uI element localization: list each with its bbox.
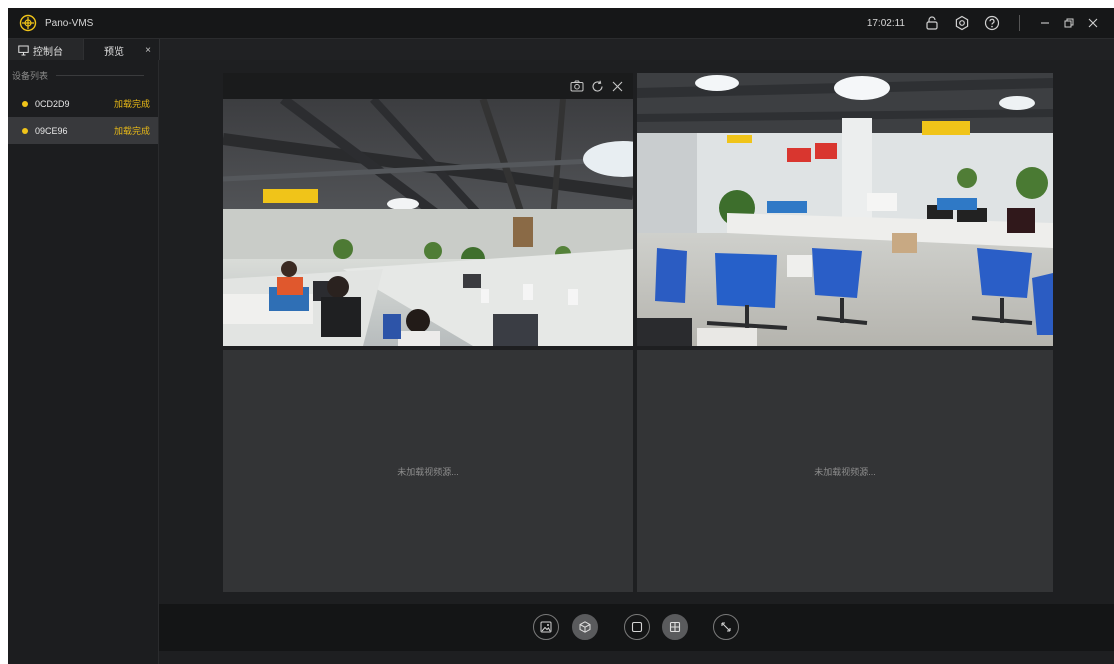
device-list-header: 设备列表 (8, 60, 158, 90)
quad-layout-button[interactable] (662, 614, 688, 640)
tab-close-icon[interactable]: × (145, 45, 151, 56)
view-controls-bar (159, 604, 1114, 651)
header-divider (56, 74, 144, 76)
lock-icon[interactable] (923, 14, 941, 32)
minimize-icon[interactable] (1034, 12, 1056, 34)
empty-source-text: 未加载视频源... (814, 466, 876, 477)
image-icon (540, 621, 552, 633)
title-separator (1019, 15, 1020, 31)
single-layout-button[interactable] (624, 614, 650, 640)
app-title: Pano-VMS (45, 17, 94, 29)
help-icon[interactable] (983, 14, 1001, 32)
device-id: 0CD2D9 (35, 98, 70, 109)
device-status: 加载完成 (113, 126, 150, 136)
tab-bar: 控制台 预览 × (8, 38, 1114, 61)
device-item-0CD2D9[interactable]: 0CD2D9 加载完成 (8, 90, 158, 117)
tab-console-label: 控制台 (33, 46, 63, 58)
device-status: 加载完成 (113, 99, 150, 109)
single-screen-icon (631, 621, 643, 633)
3d-mode-button[interactable] (572, 614, 598, 640)
device-sidebar: 设备列表 0CD2D9 加载完成 09CE96 加载完成 (8, 60, 159, 664)
monitor-icon (18, 45, 29, 56)
settings-icon[interactable] (953, 14, 971, 32)
logo-icon (19, 14, 37, 32)
video-feed-office-1 (223, 99, 633, 346)
cell-toolbar (223, 73, 633, 99)
expand-icon (721, 622, 731, 632)
status-dot (22, 100, 28, 107)
status-dot (22, 127, 28, 134)
status-footer (159, 651, 1114, 664)
device-id: 09CE96 (35, 125, 68, 136)
video-grid: 未加载视频源... 未加载视频源... (223, 73, 1053, 592)
video-viewer: 未加载视频源... 未加载视频源... (159, 60, 1114, 604)
close-icon[interactable] (609, 78, 625, 94)
fullscreen-button[interactable] (713, 614, 739, 640)
tab-console[interactable]: 控制台 (8, 39, 84, 61)
close-icon[interactable] (1082, 12, 1104, 34)
image-mode-button[interactable] (533, 614, 559, 640)
video-cell-4[interactable]: 未加载视频源... (637, 350, 1053, 592)
restore-icon[interactable] (1058, 12, 1080, 34)
video-feed-office-2 (637, 73, 1053, 346)
video-cell-3[interactable]: 未加载视频源... (223, 350, 633, 592)
empty-source-text: 未加载视频源... (397, 466, 459, 477)
tab-preview-label: 预览 (104, 46, 124, 58)
cube-icon (579, 621, 591, 633)
tab-preview[interactable]: 预览 × (84, 39, 160, 61)
refresh-icon[interactable] (589, 78, 605, 94)
grid-icon (669, 621, 681, 633)
app-window: Pano-VMS 17:02:11 控制台 预览 × 设备列表 0CD2D9 加… (8, 8, 1114, 664)
video-cell-2[interactable] (637, 73, 1053, 346)
clock: 17:02:11 (866, 17, 905, 29)
video-cell-1[interactable] (223, 73, 633, 346)
camera-icon[interactable] (569, 78, 585, 94)
title-bar: Pano-VMS 17:02:11 (8, 8, 1114, 38)
device-list-title: 设备列表 (12, 70, 49, 81)
device-item-09CE96[interactable]: 09CE96 加载完成 (8, 117, 158, 144)
